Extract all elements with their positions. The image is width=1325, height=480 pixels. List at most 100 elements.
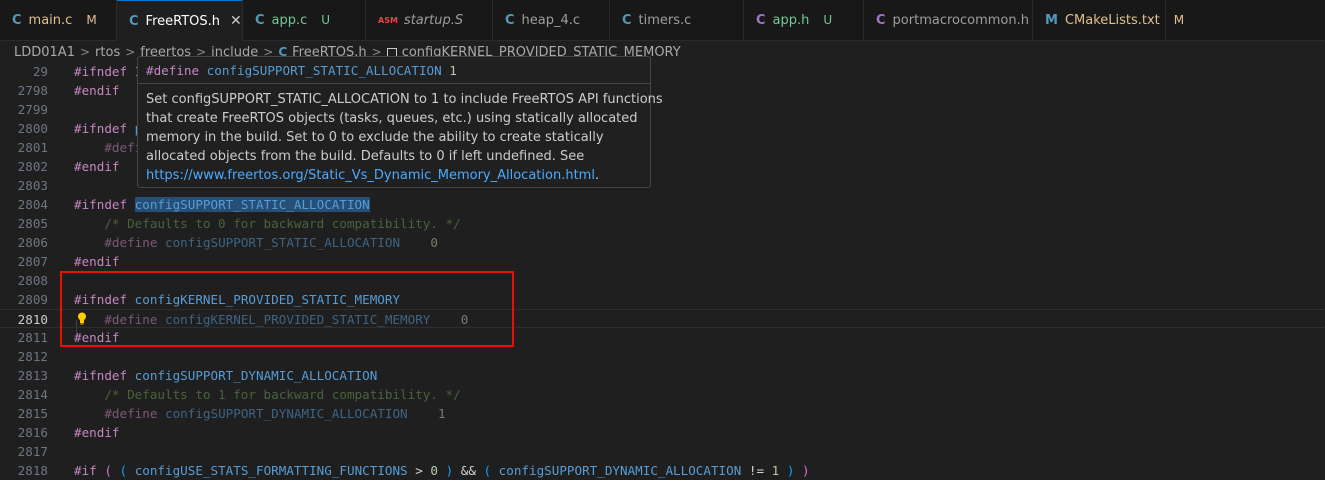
- code-token: #ifndef: [74, 121, 135, 136]
- code-token: !=: [741, 463, 772, 478]
- line-number: 2806: [17, 235, 48, 250]
- hover-doc-line: that create FreeRTOS objects (tasks, que…: [146, 111, 638, 126]
- breadcrumb-item[interactable]: rtos: [95, 45, 120, 60]
- hover-macro-name: configSUPPORT_STATIC_ALLOCATION: [206, 63, 442, 78]
- tab-main-c[interactable]: Cmain.c M: [0, 0, 117, 40]
- c-file-icon: C: [622, 12, 632, 28]
- line-number: 2802: [17, 159, 48, 174]
- code-line[interactable]: 2804 #ifndef configSUPPORT_STATIC_ALLOCAT…: [0, 195, 1325, 214]
- line-number: 29: [32, 64, 48, 79]
- tab-label: timers.c: [638, 12, 692, 28]
- code-token: configSUPPORT_DYNAMIC_ALLOCATION: [498, 463, 742, 478]
- editor-tab-bar: Cmain.c M C FreeRTOS.h ✕ Capp.c U ASM startup.S C…: [0, 0, 1325, 41]
- code-line[interactable]: 2812: [0, 347, 1325, 366]
- code-token: ): [802, 463, 810, 478]
- hover-doc-line: Set configSUPPORT_STATIC_ALLOCATION to 1…: [146, 92, 663, 107]
- code-text: #endif: [74, 252, 120, 271]
- code-text: #endif: [74, 157, 120, 176]
- tab-label: main.c: [28, 12, 73, 28]
- code-token: ): [438, 463, 461, 478]
- code-text: #ifndef configSUPPORT_DYNAMIC_ALLOCATION: [74, 366, 377, 385]
- breadcrumb-item[interactable]: LDD01A1: [14, 45, 75, 60]
- tab-label: CMakeLists.txt: [1064, 12, 1160, 28]
- tab-freertos-h[interactable]: C FreeRTOS.h ✕: [117, 0, 243, 41]
- hover-doc-line: https://www.freertos.org/Static_Vs_Dynam…: [146, 166, 642, 185]
- chevron-right-icon: >: [125, 45, 136, 59]
- code-line[interactable]: 2814 /* Defaults to 1 for backward compa…: [0, 385, 1325, 404]
- line-number: 2810: [17, 312, 48, 327]
- code-token: &&: [460, 463, 484, 478]
- code-token: 0: [400, 235, 438, 250]
- hover-doc-line: memory in the build. Set to 0 to exclude…: [146, 130, 604, 145]
- chevron-right-icon: >: [79, 45, 91, 59]
- code-text: /* Defaults to 1 for backward compatibil…: [74, 385, 460, 404]
- code-token: >: [407, 463, 431, 478]
- tab-portmacrocommon-h[interactable]: Cportmacrocommon.h: [864, 0, 1033, 40]
- cmake-file-icon: M: [1045, 12, 1058, 28]
- code-token: configUSE_STATS_FORMATTING_FUNCTIONS: [134, 463, 408, 478]
- c-file-icon: C: [505, 12, 515, 28]
- code-line[interactable]: 2813 #ifndef configSUPPORT_DYNAMIC_ALLOCA…: [0, 366, 1325, 385]
- code-line[interactable]: 2816 #endif: [0, 423, 1325, 442]
- code-token: 1: [407, 406, 446, 421]
- tab-startup-s[interactable]: ASM startup.S: [366, 0, 493, 40]
- c-file-icon: C: [129, 13, 139, 29]
- git-status-badge: U: [823, 13, 833, 27]
- line-number: 2808: [17, 273, 48, 288]
- tab-label: startup.S: [403, 12, 464, 28]
- assembly-file-icon: ASM: [378, 15, 398, 25]
- c-file-icon: C: [255, 12, 265, 28]
- tab-timers-c[interactable]: Ctimers.c: [610, 0, 744, 40]
- line-number: 2816: [17, 425, 48, 440]
- code-line[interactable]: 2817: [0, 442, 1325, 461]
- line-number: 2817: [17, 444, 48, 459]
- code-text: /* Defaults to 0 for backward compatibil…: [74, 214, 461, 233]
- hover-doc-line: allocated objects from the build. Defaul…: [146, 149, 585, 164]
- line-number: 2801: [17, 140, 48, 155]
- code-token: configSUPPORT_DYNAMIC_ALLOCATION: [165, 406, 408, 421]
- code-token: #define: [74, 235, 165, 250]
- documentation-link[interactable]: https://www.freertos.org/Static_Vs_Dynam…: [146, 168, 595, 183]
- code-text: #define configSUPPORT_DYNAMIC_ALLOCATION…: [74, 404, 446, 423]
- line-number: 2807: [17, 254, 48, 269]
- code-line[interactable]: 2806 #define configSUPPORT_STATIC_ALLOCA…: [0, 233, 1325, 252]
- hover-tooltip: #define configSUPPORT_STATIC_ALLOCATION …: [137, 56, 663, 188]
- hover-signature: #define configSUPPORT_STATIC_ALLOCATION …: [138, 57, 650, 84]
- code-line[interactable]: 2805 /* Defaults to 0 for backward compa…: [0, 214, 1325, 233]
- line-number: 2798: [17, 83, 48, 98]
- line-number: 2799: [17, 102, 48, 117]
- c-file-icon: C: [12, 12, 22, 28]
- close-icon[interactable]: ✕: [230, 13, 242, 29]
- line-number: 2804: [17, 197, 48, 212]
- code-line[interactable]: 2815 #define configSUPPORT_DYNAMIC_ALLOC…: [0, 404, 1325, 423]
- code-token: #endif: [74, 254, 120, 269]
- tab-cmakelists-txt[interactable]: M CMakeLists.txt M: [1033, 0, 1184, 40]
- code-token: #if: [74, 463, 105, 478]
- git-status-badge: M: [86, 13, 97, 27]
- tab-heap-4-c[interactable]: Cheap_4.c: [493, 0, 610, 40]
- code-token: (: [104, 463, 120, 478]
- line-number: 2818: [17, 463, 48, 478]
- code-line[interactable]: 2818 #if ( ( configUSE_STATS_FORMATTING_F…: [0, 461, 1325, 480]
- tab-label: heap_4.c: [521, 12, 581, 28]
- tab-label: FreeRTOS.h: [145, 13, 221, 29]
- tab-app-h[interactable]: Capp.h U: [744, 0, 864, 40]
- line-number: 2813: [17, 368, 48, 383]
- code-token: #endif: [74, 425, 120, 440]
- code-token: #endif: [74, 159, 120, 174]
- line-number: 2812: [17, 349, 48, 364]
- code-token: configSUPPORT_STATIC_ALLOCATION: [165, 235, 401, 250]
- code-text: #if ( ( configUSE_STATS_FORMATTING_FUNCT…: [74, 461, 810, 480]
- tab-label: app.c: [271, 12, 308, 28]
- header-file-icon: C: [756, 12, 766, 28]
- line-number: 2800: [17, 121, 48, 136]
- code-token: ): [779, 463, 802, 478]
- code-token: 0: [430, 463, 438, 478]
- annotation-highlight-box: [60, 271, 514, 347]
- line-number: 2814: [17, 387, 48, 402]
- code-token: /* Defaults to 0 for backward compatibil…: [74, 216, 461, 231]
- line-number: 2811: [17, 330, 48, 345]
- header-file-icon: C: [876, 12, 886, 28]
- tab-app-c[interactable]: Capp.c U: [243, 0, 366, 40]
- code-line[interactable]: 2807 #endif: [0, 252, 1325, 271]
